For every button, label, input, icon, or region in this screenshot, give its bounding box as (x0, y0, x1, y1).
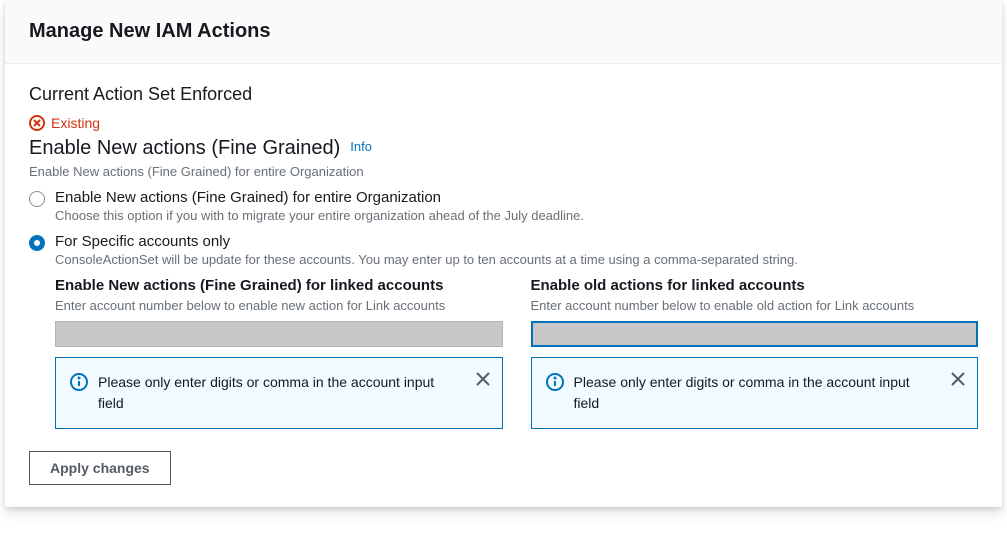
close-icon[interactable] (949, 370, 967, 388)
info-link[interactable]: Info (350, 139, 372, 154)
info-icon (546, 373, 564, 391)
radio-option-specific[interactable]: For Specific accounts only ConsoleAction… (29, 233, 978, 267)
enable-description: Enable New actions (Fine Grained) for en… (29, 164, 978, 179)
close-icon[interactable] (474, 370, 492, 388)
old-actions-title: Enable old actions for linked accounts (531, 277, 979, 294)
page-header: Manage New IAM Actions (5, 0, 1002, 64)
new-actions-title: Enable New actions (Fine Grained) for li… (55, 277, 503, 294)
new-actions-input[interactable] (55, 321, 503, 347)
radio-label-specific: For Specific accounts only (55, 233, 798, 250)
page-container: Manage New IAM Actions Current Action Se… (5, 0, 1002, 507)
current-action-set-title: Current Action Set Enforced (29, 84, 978, 105)
radio-desc-entire-org: Choose this option if you with to migrat… (55, 208, 584, 223)
status-error-icon (29, 115, 45, 131)
radio-content-specific: For Specific accounts only ConsoleAction… (55, 233, 798, 267)
enable-title: Enable New actions (Fine Grained) (29, 137, 340, 160)
radio-button-specific[interactable] (29, 235, 45, 251)
info-icon (70, 373, 88, 391)
old-actions-description: Enter account number below to enable old… (531, 298, 979, 313)
radio-option-entire-org[interactable]: Enable New actions (Fine Grained) for en… (29, 189, 978, 223)
new-actions-alert: Please only enter digits or comma in the… (55, 357, 503, 429)
status-label: Existing (51, 115, 100, 131)
status-row: Existing (29, 115, 978, 131)
new-actions-description: Enter account number below to enable new… (55, 298, 503, 313)
page-title: Manage New IAM Actions (29, 20, 978, 43)
radio-content-entire-org: Enable New actions (Fine Grained) for en… (55, 189, 584, 223)
enable-heading-row: Enable New actions (Fine Grained) Info (29, 137, 978, 160)
radio-label-entire-org: Enable New actions (Fine Grained) for en… (55, 189, 584, 206)
radio-button-entire-org[interactable] (29, 191, 45, 207)
new-actions-alert-text: Please only enter digits or comma in the… (98, 372, 488, 414)
apply-changes-button[interactable]: Apply changes (29, 451, 171, 485)
new-actions-column: Enable New actions (Fine Grained) for li… (55, 277, 503, 429)
old-actions-alert: Please only enter digits or comma in the… (531, 357, 979, 429)
account-columns: Enable New actions (Fine Grained) for li… (55, 277, 978, 429)
old-actions-input[interactable] (531, 321, 979, 347)
radio-group: Enable New actions (Fine Grained) for en… (29, 189, 978, 267)
old-actions-column: Enable old actions for linked accounts E… (531, 277, 979, 429)
radio-desc-specific: ConsoleActionSet will be update for thes… (55, 252, 798, 267)
old-actions-alert-text: Please only enter digits or comma in the… (574, 372, 964, 414)
page-content: Current Action Set Enforced Existing Ena… (5, 64, 1002, 507)
